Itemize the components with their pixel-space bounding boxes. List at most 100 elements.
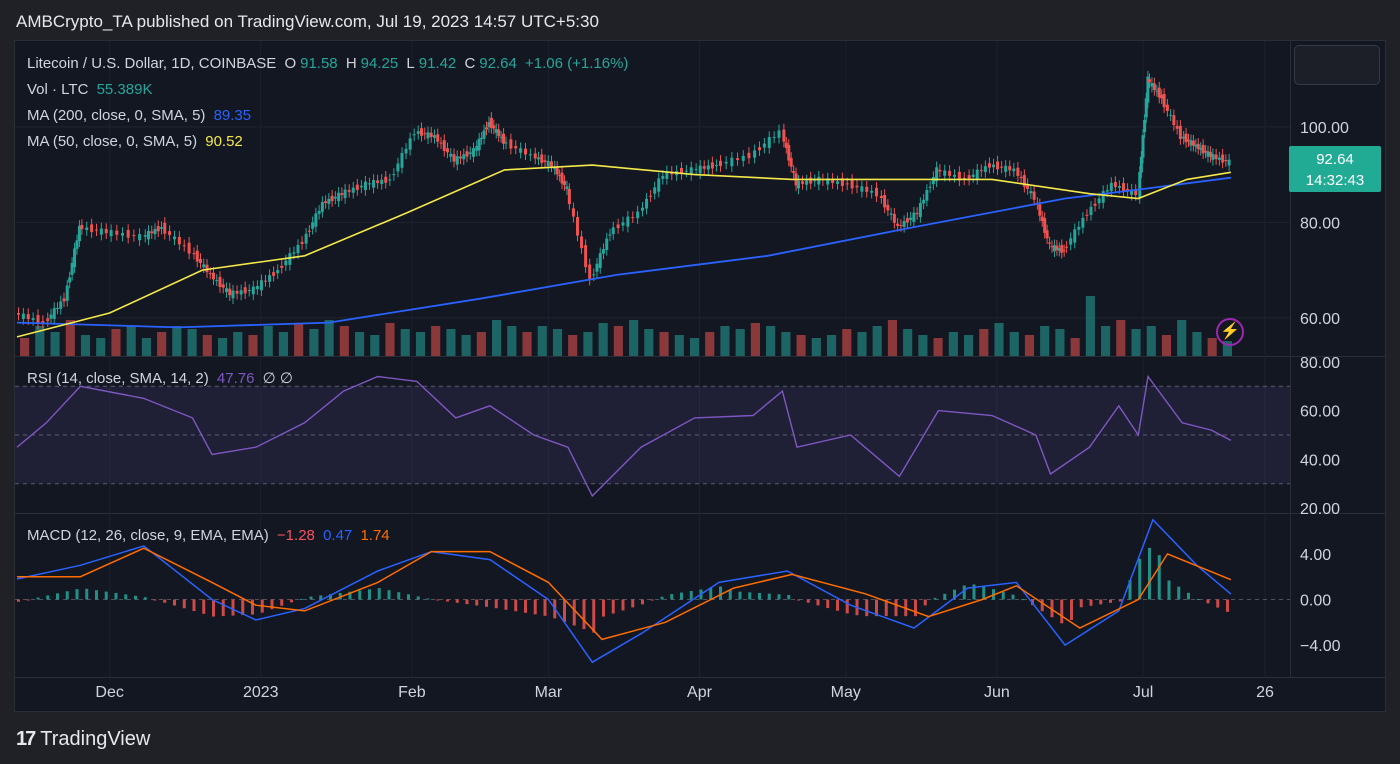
macd-tick-label: 4.00 <box>1300 547 1331 564</box>
candle-body <box>1148 79 1151 83</box>
candle-body <box>1224 160 1228 162</box>
macd-histogram-bar <box>212 599 215 617</box>
volume-bar <box>96 338 106 356</box>
ma50-line <box>16 164 1232 338</box>
candle-body <box>1077 226 1081 230</box>
candle-body <box>1214 154 1218 160</box>
candle-body <box>231 290 235 299</box>
candle-body <box>482 130 486 139</box>
candle-body <box>702 166 706 169</box>
price-tag-price: 92.64 <box>1316 151 1354 168</box>
candle-body <box>324 201 328 203</box>
candle-body <box>805 180 809 185</box>
candle-body <box>90 224 94 233</box>
tradingview-logo[interactable]: 17 TradingView <box>16 728 150 751</box>
volume-bar <box>583 332 593 356</box>
candle-body <box>1081 217 1085 228</box>
candle-body <box>351 187 355 193</box>
candle-body <box>694 169 698 171</box>
lightning-icon[interactable]: ⚡ <box>1216 318 1244 346</box>
macd-histogram-bar <box>104 591 108 600</box>
macd-histogram-bar <box>17 599 20 602</box>
candle-body <box>1060 245 1064 253</box>
volume-bar <box>1009 332 1019 356</box>
candle-body <box>109 230 113 237</box>
time-tick-label: May <box>831 684 861 701</box>
chart-frame[interactable]: 60.00 80.00 100.00 20.00 40.00 60.00 80.00 −4.0… <box>14 40 1386 712</box>
candle-body <box>1165 104 1169 111</box>
candle-body <box>268 275 272 282</box>
candle-body <box>327 198 331 204</box>
time-tick-label: Feb <box>398 684 426 701</box>
volume-bar <box>309 329 319 356</box>
candle-body <box>1073 229 1077 243</box>
macd-histogram-bar <box>797 599 800 601</box>
top-right-box[interactable] <box>1294 45 1380 85</box>
candle-body <box>1004 165 1008 172</box>
macd-histogram-bar <box>943 593 947 600</box>
candle-body <box>621 222 625 226</box>
candle-body <box>979 170 983 172</box>
volume-bar <box>948 332 958 356</box>
volume-bar <box>979 329 989 356</box>
candle-body <box>259 280 263 291</box>
macd-hist-value: −1.28 <box>276 527 315 544</box>
candle-body <box>247 289 251 291</box>
candle-body <box>284 260 288 266</box>
candle-body <box>1085 214 1089 216</box>
candle-body <box>320 201 324 212</box>
candle-body <box>1093 203 1097 206</box>
candle-body <box>580 236 584 249</box>
candle-body <box>537 157 540 160</box>
macd-histogram-bar <box>582 599 586 630</box>
macd-histogram-bar <box>650 599 654 601</box>
candle-body <box>330 195 334 202</box>
macd-histogram-bar <box>358 590 362 600</box>
symbol-label: Litecoin / U.S. Dollar, 1D, COINBASE <box>27 55 277 72</box>
candle-body <box>987 163 991 168</box>
macd-histogram-bar <box>504 599 508 610</box>
candle-body <box>836 181 839 184</box>
candle-body <box>56 307 59 309</box>
macd-histogram-bar <box>251 599 254 615</box>
time-tick-label: Apr <box>687 684 713 701</box>
candle-body <box>565 186 569 190</box>
candle-body <box>641 207 644 211</box>
candle-body <box>886 204 890 211</box>
volume-bar <box>1161 335 1172 356</box>
candle-body <box>889 213 893 215</box>
candle-body <box>288 253 292 265</box>
rsi-tick-label: 20.00 <box>1300 501 1340 518</box>
macd-histogram-bar <box>397 592 401 600</box>
volume-bar <box>522 332 532 356</box>
volume-bar <box>811 338 821 356</box>
candle-body <box>592 274 596 276</box>
volume-bar <box>415 332 426 356</box>
macd-histogram-bar <box>1206 599 1210 604</box>
candle-body <box>524 148 527 155</box>
candle-body <box>905 218 909 223</box>
candle-body <box>855 185 859 188</box>
volume-bar <box>537 326 547 356</box>
candle-body <box>255 286 259 290</box>
macd-histogram-bar <box>221 599 225 617</box>
candle-body <box>41 321 45 323</box>
candle-body <box>1029 191 1033 194</box>
volume-bar <box>324 320 334 356</box>
macd-histogram-bar <box>485 599 488 607</box>
candle-body <box>307 230 311 232</box>
candle-body <box>1065 246 1069 248</box>
volume-bar <box>750 323 760 356</box>
candle-body <box>317 210 321 214</box>
candle-body <box>132 235 136 237</box>
macd-histogram-bar <box>631 599 635 608</box>
candle-body <box>502 133 506 144</box>
macd-histogram-bar <box>1021 599 1025 601</box>
macd-histogram-bar <box>143 597 147 600</box>
macd-histogram-bar <box>1060 599 1064 624</box>
volume-bar <box>492 320 502 356</box>
candle-body <box>870 190 874 193</box>
candle-body <box>1143 119 1147 133</box>
candle-body <box>1012 168 1016 172</box>
macd-histogram-bar <box>602 599 605 617</box>
